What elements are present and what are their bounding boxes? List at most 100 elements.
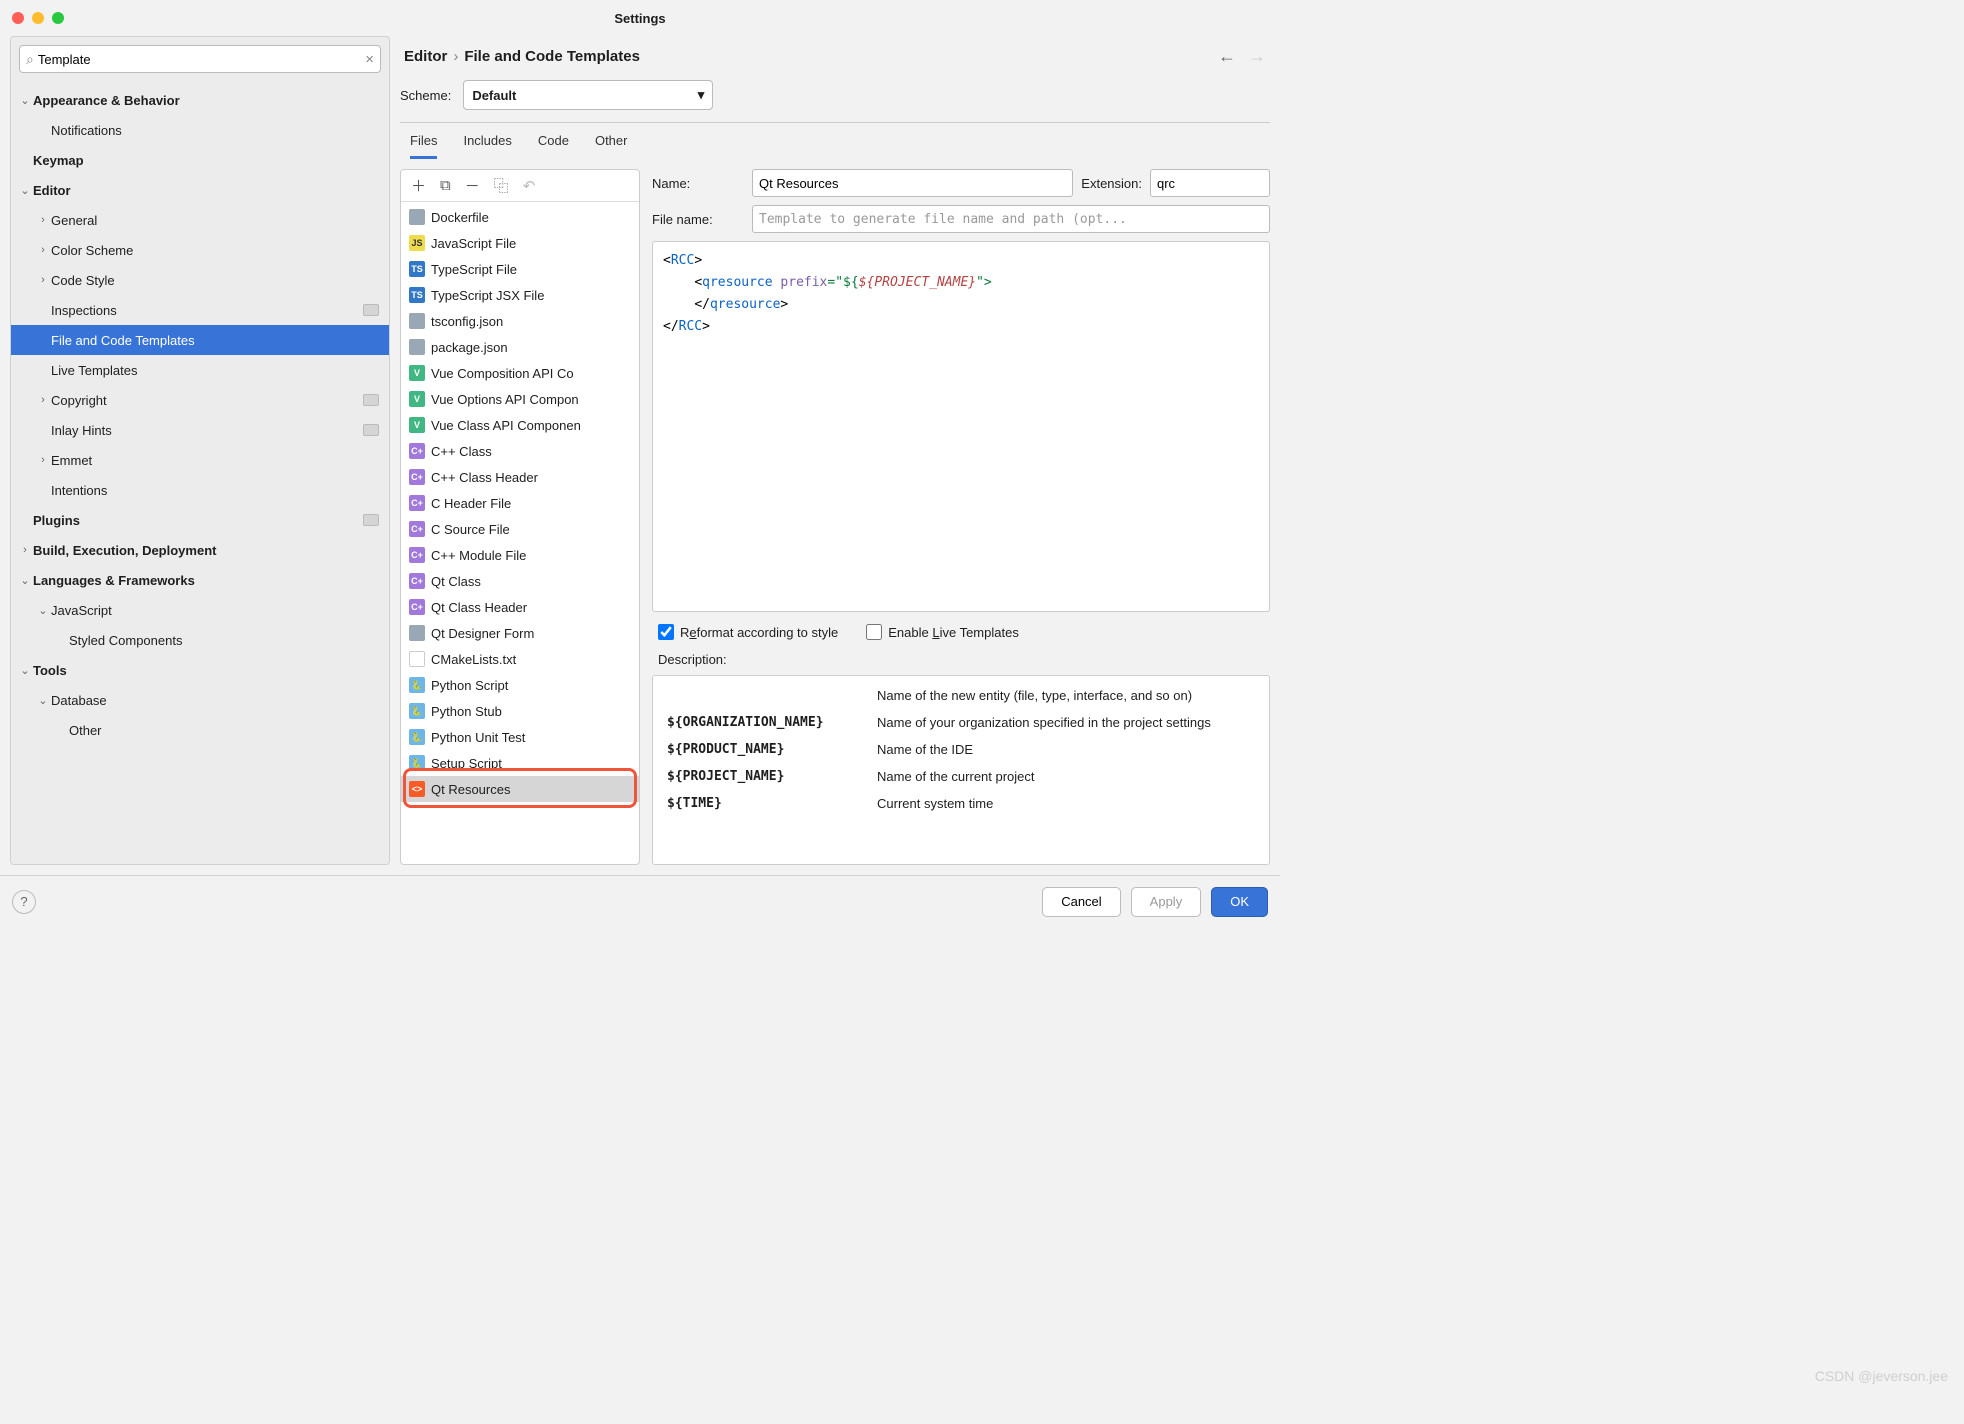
template-item[interactable]: TSTypeScript File	[401, 256, 639, 282]
sidebar-item[interactable]: ⌄Editor	[11, 175, 389, 205]
tab-code[interactable]: Code	[538, 133, 569, 159]
chevron-icon: ›	[35, 454, 51, 466]
minimize-icon[interactable]	[32, 12, 44, 24]
nav-forward-icon[interactable]: →	[1248, 46, 1266, 67]
sidebar-item[interactable]: Intentions	[11, 475, 389, 505]
file-icon: C+	[409, 599, 425, 615]
settings-tree[interactable]: ⌄Appearance & BehaviorNotificationsKeyma…	[11, 81, 389, 864]
template-item[interactable]: Qt Designer Form	[401, 620, 639, 646]
sidebar-item[interactable]: ›Code Style	[11, 265, 389, 295]
settings-content: Editor›File and Code Templates ← → Schem…	[400, 36, 1270, 865]
sidebar-item[interactable]: Inlay Hints	[11, 415, 389, 445]
template-item[interactable]: <>Qt Resources	[401, 776, 639, 802]
add-template-icon[interactable]: ＋	[411, 175, 426, 196]
clear-search-icon[interactable]: ×	[365, 51, 374, 68]
template-list[interactable]: DockerfileJSJavaScript FileTSTypeScript …	[401, 202, 639, 864]
template-item[interactable]: C+C++ Class	[401, 438, 639, 464]
live-templates-checkbox[interactable]: Enable Live Templates	[866, 624, 1019, 640]
template-item[interactable]: Dockerfile	[401, 204, 639, 230]
template-item-label: C++ Module File	[431, 548, 526, 563]
sidebar-item[interactable]: ›Build, Execution, Deployment	[11, 535, 389, 565]
template-item[interactable]: 🐍Python Script	[401, 672, 639, 698]
maximize-icon[interactable]	[52, 12, 64, 24]
search-input[interactable]: ⌕ ×	[19, 45, 381, 73]
template-item[interactable]: C+C Source File	[401, 516, 639, 542]
template-item[interactable]: 🐍Setup Script	[401, 750, 639, 776]
template-item-label: CMakeLists.txt	[431, 652, 516, 667]
apply-button[interactable]: Apply	[1131, 887, 1202, 917]
template-item[interactable]: 🐍Python Stub	[401, 698, 639, 724]
sidebar-item[interactable]: ⌄JavaScript	[11, 595, 389, 625]
template-name-input[interactable]	[752, 169, 1073, 197]
sidebar-item[interactable]: Keymap	[11, 145, 389, 175]
description-row: ${TIME}Current system time	[663, 790, 1259, 817]
template-extension-input[interactable]	[1150, 169, 1270, 197]
description-panel[interactable]: Name of the new entity (file, type, inte…	[652, 675, 1270, 865]
chevron-icon: ⌄	[17, 664, 33, 677]
description-row: ${PROJECT_NAME}Name of the current proje…	[663, 763, 1259, 790]
remove-template-icon[interactable]: －	[465, 175, 480, 196]
template-item-label: Vue Options API Compon	[431, 392, 579, 407]
template-item-label: Qt Class	[431, 574, 481, 589]
file-icon	[409, 339, 425, 355]
tree-item-label: Copyright	[51, 393, 363, 408]
sidebar-item[interactable]: ›General	[11, 205, 389, 235]
sidebar-item[interactable]: Other	[11, 715, 389, 745]
tree-item-label: Color Scheme	[51, 243, 379, 258]
reformat-checkbox[interactable]: Reformat according to style	[658, 624, 838, 640]
template-item[interactable]: TSTypeScript JSX File	[401, 282, 639, 308]
file-icon: C+	[409, 573, 425, 589]
template-item[interactable]: VVue Options API Compon	[401, 386, 639, 412]
template-item[interactable]: C+C Header File	[401, 490, 639, 516]
titlebar: Settings	[0, 0, 1280, 36]
chevron-icon: ›	[17, 544, 33, 556]
scheme-select[interactable]: Default▾	[463, 80, 713, 110]
add-child-icon[interactable]: ⧉	[440, 177, 451, 194]
template-item[interactable]: C+C++ Class Header	[401, 464, 639, 490]
sidebar-item[interactable]: Inspections	[11, 295, 389, 325]
sidebar-item[interactable]: ⌄Database	[11, 685, 389, 715]
tree-item-label: Inspections	[51, 303, 363, 318]
template-item[interactable]: 🐍Python Unit Test	[401, 724, 639, 750]
tree-item-label: Live Templates	[51, 363, 379, 378]
file-icon: JS	[409, 235, 425, 251]
template-item-label: Vue Composition API Co	[431, 366, 574, 381]
help-icon[interactable]: ?	[12, 890, 36, 914]
sidebar-item[interactable]: Plugins	[11, 505, 389, 535]
template-code-editor[interactable]: <RCC> <qresource prefix="${${PROJECT_NAM…	[652, 241, 1270, 612]
close-icon[interactable]	[12, 12, 24, 24]
template-item[interactable]: package.json	[401, 334, 639, 360]
tab-files[interactable]: Files	[410, 133, 437, 159]
template-item-label: C Source File	[431, 522, 510, 537]
undo-icon[interactable]: ↶	[523, 177, 536, 195]
template-item[interactable]: C+Qt Class Header	[401, 594, 639, 620]
scope-badge-icon	[363, 514, 379, 526]
template-item[interactable]: VVue Composition API Co	[401, 360, 639, 386]
sidebar-item[interactable]: ⌄Languages & Frameworks	[11, 565, 389, 595]
chevron-icon: ⌄	[17, 94, 33, 107]
tab-other[interactable]: Other	[595, 133, 628, 159]
sidebar-item[interactable]: ›Color Scheme	[11, 235, 389, 265]
template-item[interactable]: JSJavaScript File	[401, 230, 639, 256]
file-icon: TS	[409, 287, 425, 303]
sidebar-item[interactable]: ›Copyright	[11, 385, 389, 415]
sidebar-item[interactable]: ⌄Tools	[11, 655, 389, 685]
ok-button[interactable]: OK	[1211, 887, 1268, 917]
template-filename-input[interactable]	[752, 205, 1270, 233]
sidebar-item[interactable]: Styled Components	[11, 625, 389, 655]
cancel-button[interactable]: Cancel	[1042, 887, 1120, 917]
nav-back-icon[interactable]: ←	[1218, 46, 1236, 67]
template-item[interactable]: VVue Class API Componen	[401, 412, 639, 438]
copy-template-icon[interactable]: ⿻	[494, 175, 509, 196]
sidebar-item[interactable]: Notifications	[11, 115, 389, 145]
sidebar-item[interactable]: File and Code Templates	[11, 325, 389, 355]
sidebar-item[interactable]: ⌄Appearance & Behavior	[11, 85, 389, 115]
template-item[interactable]: C+ Qt Class	[401, 568, 639, 594]
template-item[interactable]: tsconfig.json	[401, 308, 639, 334]
template-item[interactable]: ▲CMakeLists.txt	[401, 646, 639, 672]
tree-item-label: Other	[69, 723, 379, 738]
sidebar-item[interactable]: Live Templates	[11, 355, 389, 385]
template-item[interactable]: C+C++ Module File	[401, 542, 639, 568]
tab-includes[interactable]: Includes	[463, 133, 511, 159]
sidebar-item[interactable]: ›Emmet	[11, 445, 389, 475]
